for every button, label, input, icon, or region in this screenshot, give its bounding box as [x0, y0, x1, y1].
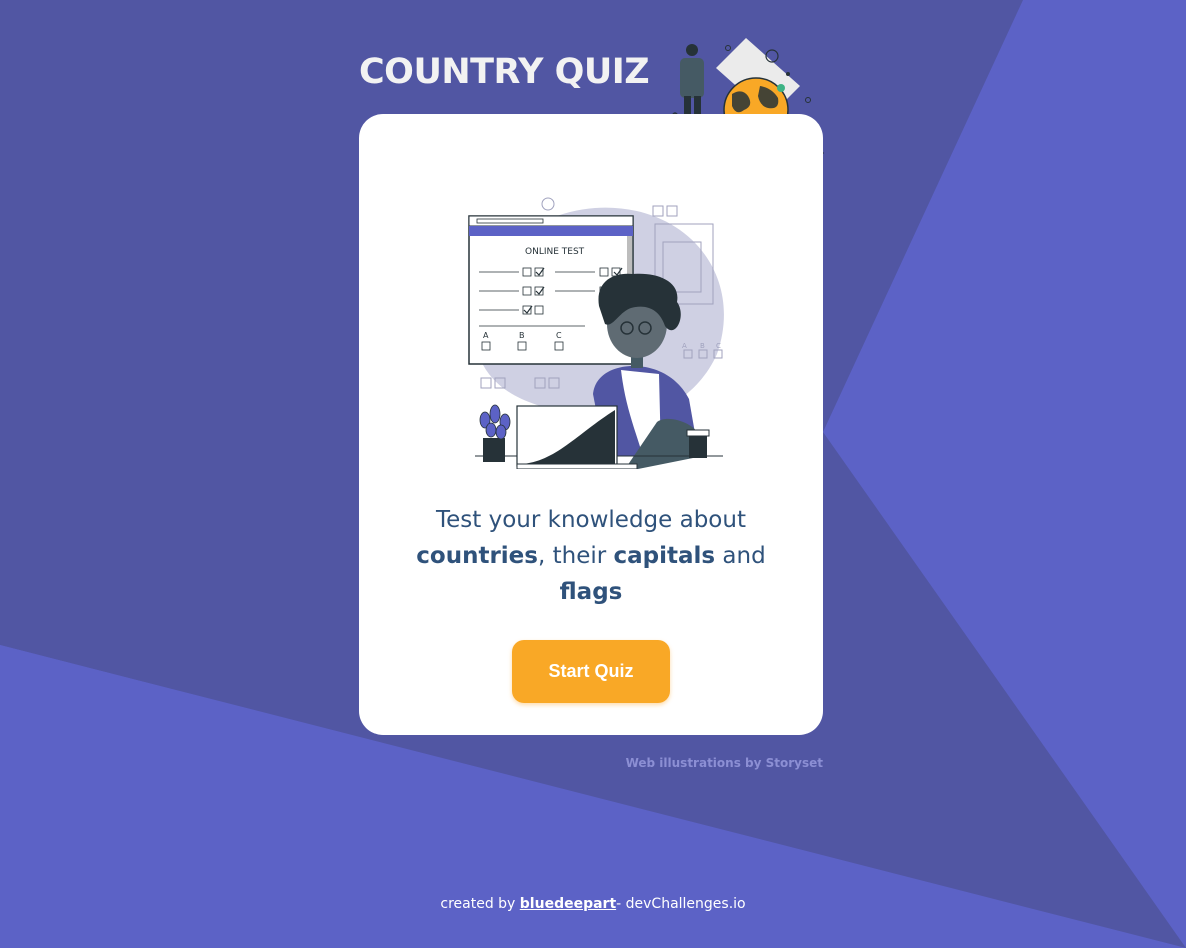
- description-and: and: [715, 543, 766, 569]
- quiz-description: Test your knowledge about countries, the…: [399, 502, 783, 610]
- description-intro: Test your knowledge about: [436, 507, 746, 533]
- svg-text:A: A: [682, 342, 687, 350]
- start-quiz-button[interactable]: Start Quiz: [512, 640, 670, 703]
- svg-text:C: C: [716, 342, 721, 350]
- online-test-illustration: A B C ONLINE TEST A B C: [468, 197, 724, 469]
- page-title: COUNTRY QUIZ: [359, 52, 650, 92]
- footer-suffix: - devChallenges.io: [616, 896, 746, 912]
- author-link[interactable]: bluedeepart: [520, 896, 616, 912]
- description-countries: countries: [416, 543, 538, 569]
- option-label-c: C: [556, 331, 562, 340]
- quiz-card: A B C ONLINE TEST A B C Test your knowle…: [359, 114, 823, 735]
- description-their: , their: [537, 543, 614, 569]
- footer: created by bluedeepart- devChallenges.io: [0, 896, 1186, 912]
- svg-text:B: B: [700, 342, 705, 350]
- footer-prefix: created by: [440, 896, 520, 912]
- illustration-credit: Web illustrations by Storyset: [625, 756, 823, 770]
- description-capitals: capitals: [613, 543, 716, 569]
- option-label-b: B: [519, 331, 525, 340]
- online-test-heading: ONLINE TEST: [525, 247, 585, 257]
- description-flags: flags: [559, 579, 623, 605]
- option-label-a: A: [483, 331, 489, 340]
